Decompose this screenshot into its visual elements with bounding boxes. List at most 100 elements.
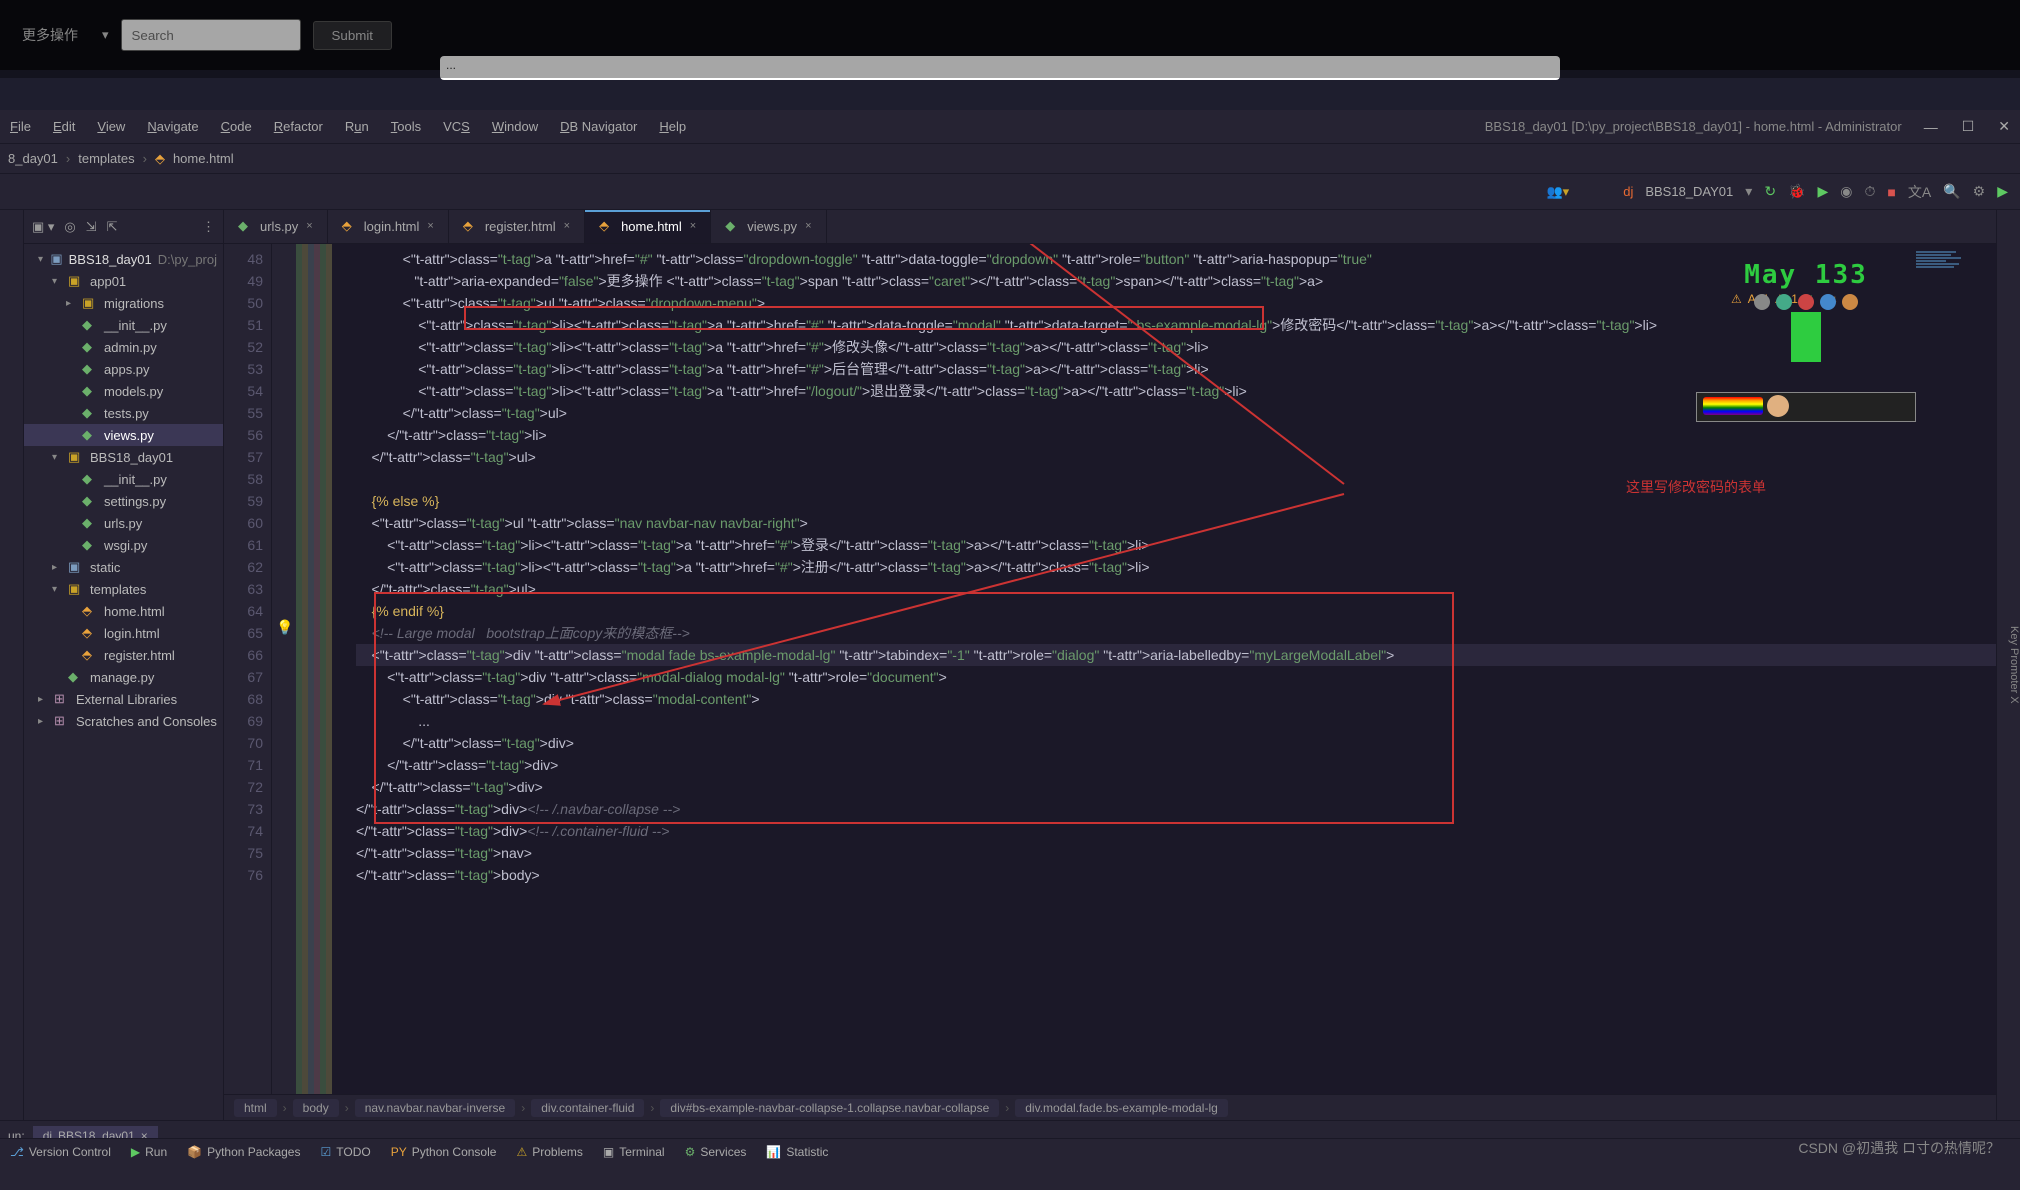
tree-item[interactable]: ▾▣templates: [24, 578, 223, 600]
close-tab-icon[interactable]: ×: [427, 220, 433, 232]
submit-button[interactable]: Submit: [313, 21, 392, 50]
tree-item[interactable]: ◆__init__.py: [24, 468, 223, 490]
intention-bulb-icon[interactable]: 💡: [276, 616, 293, 638]
menu-refactor[interactable]: Refactor: [274, 119, 323, 134]
tree-item[interactable]: ◆manage.py: [24, 666, 223, 688]
more-actions-dropdown[interactable]: 更多操作: [10, 19, 90, 51]
run-config-selector[interactable]: BBS18_DAY01: [1645, 184, 1733, 199]
play-icon[interactable]: ▶: [1997, 183, 2008, 200]
tree-item[interactable]: ⬘login.html: [24, 622, 223, 644]
tree-item[interactable]: ◆apps.py: [24, 358, 223, 380]
terminal-tool[interactable]: ▣Terminal: [603, 1145, 665, 1159]
version-control-tool[interactable]: ⎇Version Control: [10, 1145, 111, 1159]
menu-file[interactable]: File: [10, 119, 31, 134]
structure-segment[interactable]: div#bs-example-navbar-collapse-1.collaps…: [660, 1099, 999, 1117]
menu-dbnav[interactable]: DB Navigator: [560, 119, 637, 134]
menu-tools[interactable]: Tools: [391, 119, 421, 134]
project-dropdown-icon[interactable]: ▣ ▾: [32, 219, 54, 235]
menu-run[interactable]: Run: [345, 119, 369, 134]
problems-tool[interactable]: ⚠Problems: [516, 1145, 582, 1159]
menu-code[interactable]: Code: [221, 119, 252, 134]
line-gutter: 4849505152535455565758596061626364656667…: [224, 244, 272, 1094]
structure-segment[interactable]: nav.navbar.navbar-inverse: [355, 1099, 516, 1117]
maximize-icon[interactable]: ☐: [1962, 118, 1975, 135]
tree-item[interactable]: ▸⊞Scratches and Consoles: [24, 710, 223, 732]
minimize-icon[interactable]: ―: [1924, 119, 1938, 135]
expand-icon[interactable]: ⇱: [107, 219, 118, 235]
run-icon[interactable]: ▶: [1817, 183, 1828, 200]
editor-tab[interactable]: ⬘login.html×: [328, 210, 449, 243]
structure-segment[interactable]: div.modal.fade.bs-example-modal-lg: [1015, 1099, 1228, 1117]
minimap[interactable]: [1916, 250, 1966, 650]
tree-item[interactable]: ◆views.py: [24, 424, 223, 446]
menu-window[interactable]: Window: [492, 119, 538, 134]
close-icon[interactable]: ✕: [1998, 118, 2010, 135]
more-icon[interactable]: ⋮: [202, 219, 215, 235]
editor-area: ◆urls.py×⬘login.html×⬘register.html×⬘hom…: [224, 210, 1996, 1120]
breadcrumb-project[interactable]: 8_day01: [8, 151, 58, 166]
structure-segment[interactable]: div.container-fluid: [531, 1099, 644, 1117]
tree-item[interactable]: ◆urls.py: [24, 512, 223, 534]
stop-icon[interactable]: ■: [1887, 184, 1895, 200]
code-with-me-icon[interactable]: 👥▾: [1547, 184, 1570, 200]
python-console-tool[interactable]: PYPython Console: [391, 1145, 497, 1159]
widget-mini-icon: [1842, 294, 1858, 310]
editor-tab[interactable]: ⬘home.html×: [585, 210, 711, 243]
python-packages-tool[interactable]: 📦Python Packages: [187, 1145, 300, 1159]
target-icon[interactable]: ◎: [64, 219, 75, 235]
tree-item[interactable]: ▾▣app01: [24, 270, 223, 292]
annotation-label: 这里写修改密码的表单: [1626, 476, 1766, 498]
editor-tab[interactable]: ◆urls.py×: [224, 210, 328, 243]
coverage-icon[interactable]: ◉: [1840, 183, 1852, 200]
tree-item[interactable]: ◆wsgi.py: [24, 534, 223, 556]
statistic-tool[interactable]: 📊Statistic: [766, 1145, 828, 1159]
close-tab-icon[interactable]: ×: [564, 220, 570, 232]
menu-help[interactable]: Help: [659, 119, 686, 134]
tree-item[interactable]: ⬘home.html: [24, 600, 223, 622]
profile-icon[interactable]: ⏱: [1864, 183, 1875, 200]
tree-item[interactable]: ▸⊞External Libraries: [24, 688, 223, 710]
tree-item[interactable]: ◆models.py: [24, 380, 223, 402]
tree-item[interactable]: ⬘register.html: [24, 644, 223, 666]
refresh-icon[interactable]: ↻: [1764, 183, 1776, 200]
tree-item[interactable]: ◆admin.py: [24, 336, 223, 358]
right-tool-button[interactable]: Key Promoter X: [2008, 626, 2020, 704]
menu-navigate[interactable]: Navigate: [147, 119, 198, 134]
left-tool-strip: [0, 210, 24, 1120]
menu-view[interactable]: View: [97, 119, 125, 134]
editor-tab[interactable]: ⬘register.html×: [449, 210, 585, 243]
menu-edit[interactable]: Edit: [53, 119, 75, 134]
run-tool[interactable]: ▶Run: [131, 1145, 167, 1159]
breadcrumb-file[interactable]: home.html: [173, 151, 234, 166]
breadcrumb-folder[interactable]: templates: [78, 151, 134, 166]
search-icon[interactable]: 🔍: [1943, 183, 1960, 200]
structure-segment[interactable]: html: [234, 1099, 277, 1117]
close-tab-icon[interactable]: ×: [306, 220, 312, 232]
widget-block: [1791, 312, 1821, 362]
collapse-icon[interactable]: ⇲: [86, 219, 97, 235]
editor-tab[interactable]: ◆views.py×: [711, 210, 826, 243]
run-toolbar: 👥▾ dj BBS18_DAY01 ▾ ↻ 🐞 ▶ ◉ ⏱ ■ 文A 🔍 ⚙ ▶: [0, 174, 2020, 210]
menu-vcs[interactable]: VCS: [443, 119, 470, 134]
tree-item[interactable]: ◆__init__.py: [24, 314, 223, 336]
csdn-watermark: CSDN @初遇我 ロ寸の热情呢？: [1798, 1138, 2000, 1158]
tree-item[interactable]: ◆settings.py: [24, 490, 223, 512]
structure-segment[interactable]: body: [293, 1099, 339, 1117]
editor-tabs: ◆urls.py×⬘login.html×⬘register.html×⬘hom…: [224, 210, 1996, 244]
close-tab-icon[interactable]: ×: [690, 220, 696, 232]
bug-icon[interactable]: 🐞: [1788, 183, 1805, 200]
translate-icon[interactable]: 文A: [1908, 182, 1931, 202]
dropdown-icon[interactable]: ▾: [1745, 183, 1752, 200]
search-input[interactable]: [121, 19, 301, 51]
gear-icon[interactable]: ⚙: [1973, 183, 1986, 200]
tree-item[interactable]: ▸▣static: [24, 556, 223, 578]
todo-tool[interactable]: ☑TODO: [320, 1145, 370, 1159]
desktop-widget: May 133: [1696, 260, 1916, 422]
close-tab-icon[interactable]: ×: [805, 220, 811, 232]
tree-item[interactable]: ▸▣migrations: [24, 292, 223, 314]
tree-item[interactable]: ◆tests.py: [24, 402, 223, 424]
services-tool[interactable]: ⚙Services: [685, 1145, 747, 1159]
tree-root[interactable]: ▾▣BBS18_day01 D:\py_proj: [24, 248, 223, 270]
tree-item[interactable]: ▾▣BBS18_day01: [24, 446, 223, 468]
browser-preview-bar: 更多操作▾ Submit ...: [0, 0, 2020, 70]
